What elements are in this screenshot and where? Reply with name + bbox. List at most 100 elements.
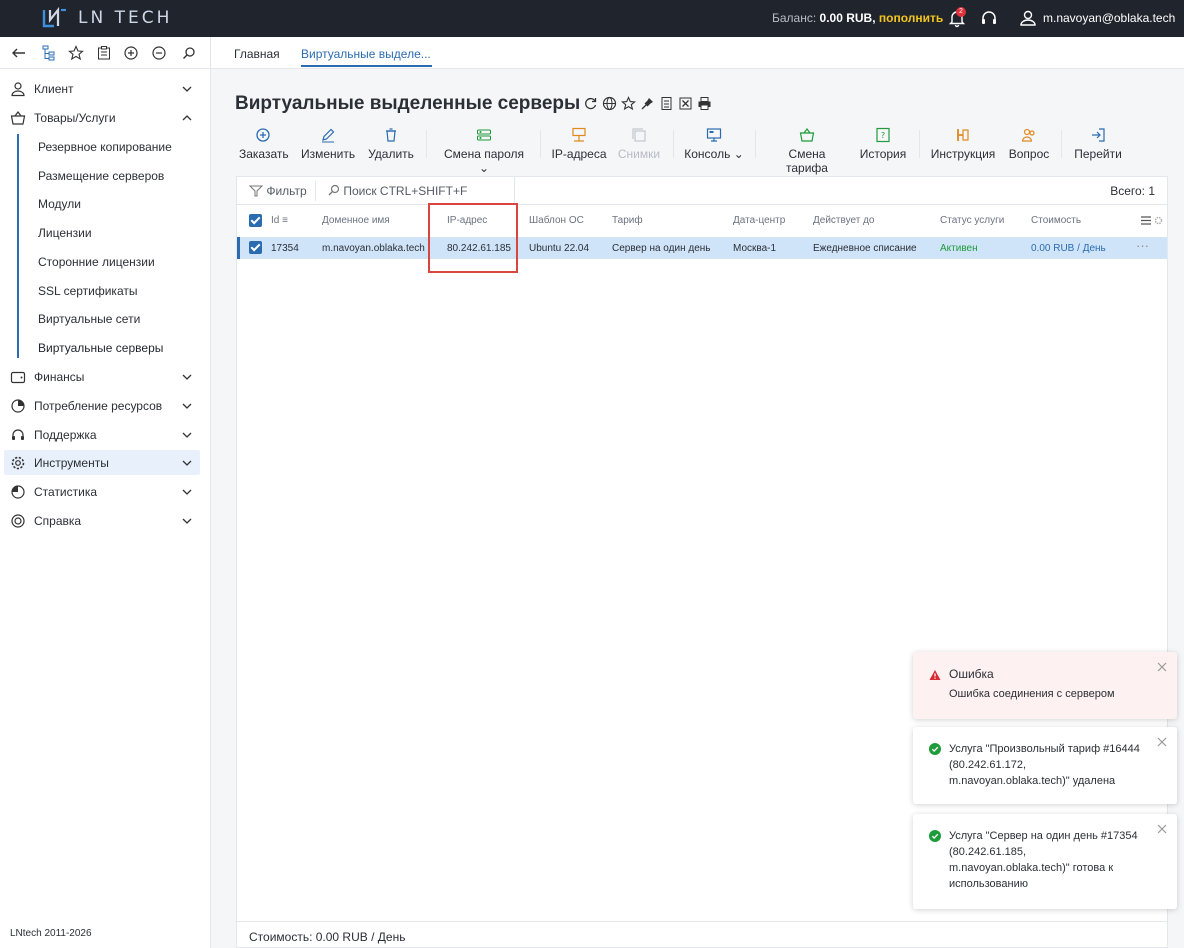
plus-circle-icon[interactable]	[123, 45, 139, 61]
select-all-checkbox[interactable]	[249, 214, 262, 227]
gear-icon	[11, 456, 25, 469]
back-arrow-icon[interactable]	[11, 45, 27, 61]
sidebar-subitem-virtual-servers[interactable]: Виртуальные серверы	[38, 341, 163, 355]
warning-icon	[929, 670, 941, 680]
cell-status: Активен	[940, 243, 978, 254]
close-icon[interactable]	[1157, 737, 1167, 747]
star-icon[interactable]	[68, 45, 84, 61]
headset-icon	[12, 428, 24, 440]
toast-text: Ошибка соединения с сервером	[949, 688, 1115, 700]
user-email[interactable]: m.navoyan@oblaka.tech	[1043, 11, 1175, 25]
sidebar-subitem-backup[interactable]: Резервное копирование	[38, 140, 172, 154]
user-icon[interactable]	[1018, 8, 1038, 28]
tree-icon[interactable]	[41, 45, 57, 61]
user-icon	[11, 81, 25, 96]
sidebar-item-finance[interactable]: Финансы	[4, 364, 200, 389]
action-label: Смена пароля	[444, 147, 524, 161]
toolbar-separator	[919, 130, 920, 158]
console-button[interactable]: Консоль ⌄	[684, 125, 744, 165]
sidebar-item-support[interactable]: Поддержка	[4, 422, 200, 447]
search-icon[interactable]	[181, 45, 197, 61]
sidebar-item-statistics[interactable]: Статистика	[4, 479, 200, 504]
close-icon[interactable]	[1157, 662, 1167, 672]
column-header-domain[interactable]: Доменное имя	[322, 215, 390, 226]
order-button[interactable]: Заказать	[239, 125, 289, 165]
network-icon	[572, 127, 586, 142]
columns-menu-icon[interactable]	[1141, 216, 1151, 225]
table-row[interactable]: 17354 m.navoyan.oblaka.tech 80.242.61.18…	[237, 237, 1167, 259]
sidebar-item-tools[interactable]: Инструменты	[4, 450, 200, 475]
sidebar-subitem-ssl[interactable]: SSL сертификаты	[38, 284, 137, 298]
sidebar-subitem-virtual-networks[interactable]: Виртуальные сети	[38, 312, 140, 326]
search-input[interactable]: Поиск CTRL+SHIFT+F	[327, 184, 513, 198]
column-header-id[interactable]: Id ≡	[271, 215, 288, 226]
question-button[interactable]: Вопрос	[1007, 125, 1051, 165]
cell-id: 17354	[271, 243, 299, 254]
column-header-valid-until[interactable]: Действует до	[813, 215, 874, 226]
copyright: LNtech 2011-2026	[10, 928, 92, 939]
history-button[interactable]: ? История	[857, 125, 909, 165]
row-checkbox[interactable]	[249, 241, 262, 254]
action-label: Перейти	[1074, 147, 1122, 161]
document-icon[interactable]	[659, 96, 674, 111]
star-icon[interactable]	[621, 96, 636, 111]
tab-home[interactable]: Главная	[234, 47, 280, 61]
headset-icon[interactable]	[979, 8, 999, 28]
print-icon[interactable]	[697, 96, 712, 111]
sidebar-item-label: Инструменты	[34, 455, 109, 470]
chevron-down-icon	[182, 374, 192, 380]
clipboard-icon[interactable]	[96, 45, 112, 61]
refresh-icon[interactable]	[583, 96, 598, 111]
sidebar-item-resources[interactable]: Потребление ресурсов	[4, 393, 200, 418]
wallet-icon	[10, 371, 26, 383]
change-tariff-button[interactable]: Смена тарифа	[767, 125, 847, 175]
close-icon[interactable]	[1157, 824, 1167, 834]
toolbar-separator	[1061, 130, 1062, 158]
action-label: Изменить	[301, 147, 356, 161]
sidebar-subitem-colocation[interactable]: Размещение серверов	[38, 169, 164, 183]
filter-button[interactable]: Фильтр	[248, 184, 307, 198]
sidebar-subitem-licenses[interactable]: Лицензии	[38, 226, 92, 240]
sidebar-item-label: Клиент	[34, 81, 74, 96]
header-label: Id	[271, 215, 280, 226]
people-icon	[1021, 128, 1035, 142]
column-header-tariff[interactable]: Тариф	[612, 215, 643, 226]
sidebar-item-help[interactable]: Справка	[4, 508, 200, 533]
sidebar-item-client[interactable]: Клиент	[4, 76, 200, 101]
lifebuoy-icon	[11, 513, 25, 528]
column-header-status[interactable]: Статус услуги	[940, 215, 1004, 226]
sidebar-subitem-thirdparty-licenses[interactable]: Сторонние лицензии	[38, 255, 155, 269]
toast-title: Ошибка	[949, 667, 994, 681]
ip-addresses-button[interactable]: IP-адреса	[551, 125, 607, 165]
snapshots-button[interactable]: Снимки	[617, 125, 661, 165]
column-header-os[interactable]: Шаблон ОС	[529, 215, 584, 226]
topup-link[interactable]: пополнить	[879, 11, 943, 25]
settings-icon[interactable]	[1154, 216, 1163, 225]
row-more-icon[interactable]: ···	[1136, 238, 1149, 253]
go-to-button[interactable]: Перейти	[1073, 125, 1123, 165]
globe-icon[interactable]	[602, 96, 617, 111]
minus-circle-icon[interactable]	[151, 45, 167, 61]
brand-name: LN TECH	[78, 8, 173, 28]
excel-icon[interactable]	[678, 96, 693, 111]
action-label: Заказать	[239, 147, 289, 161]
instructions-button[interactable]: Инструкция	[930, 125, 996, 165]
tab-vps[interactable]: Виртуальные выделе...	[301, 47, 431, 61]
quick-toolbar: Главная Виртуальные выделе...	[0, 37, 1184, 69]
change-password-button[interactable]: Смена пароля ⌄	[438, 125, 530, 175]
column-header-cost[interactable]: Стоимость	[1031, 215, 1081, 226]
delete-button[interactable]: Удалить	[368, 125, 414, 165]
column-header-datacenter[interactable]: Дата-центр	[733, 215, 785, 226]
filter-label: Фильтр	[266, 184, 307, 198]
brand-logo[interactable]: LN TECH	[42, 6, 172, 30]
action-label: Инструкция	[930, 147, 996, 161]
pin-icon[interactable]	[640, 96, 655, 111]
sidebar-subitem-modules[interactable]: Модули	[38, 197, 81, 211]
enter-icon	[1092, 128, 1105, 142]
divider	[315, 181, 316, 201]
edit-button[interactable]: Изменить	[301, 125, 355, 165]
action-label: IP-адреса	[551, 147, 607, 161]
search-icon	[328, 184, 340, 196]
sidebar-item-products[interactable]: Товары/Услуги	[4, 105, 200, 130]
basket-icon	[10, 110, 26, 125]
